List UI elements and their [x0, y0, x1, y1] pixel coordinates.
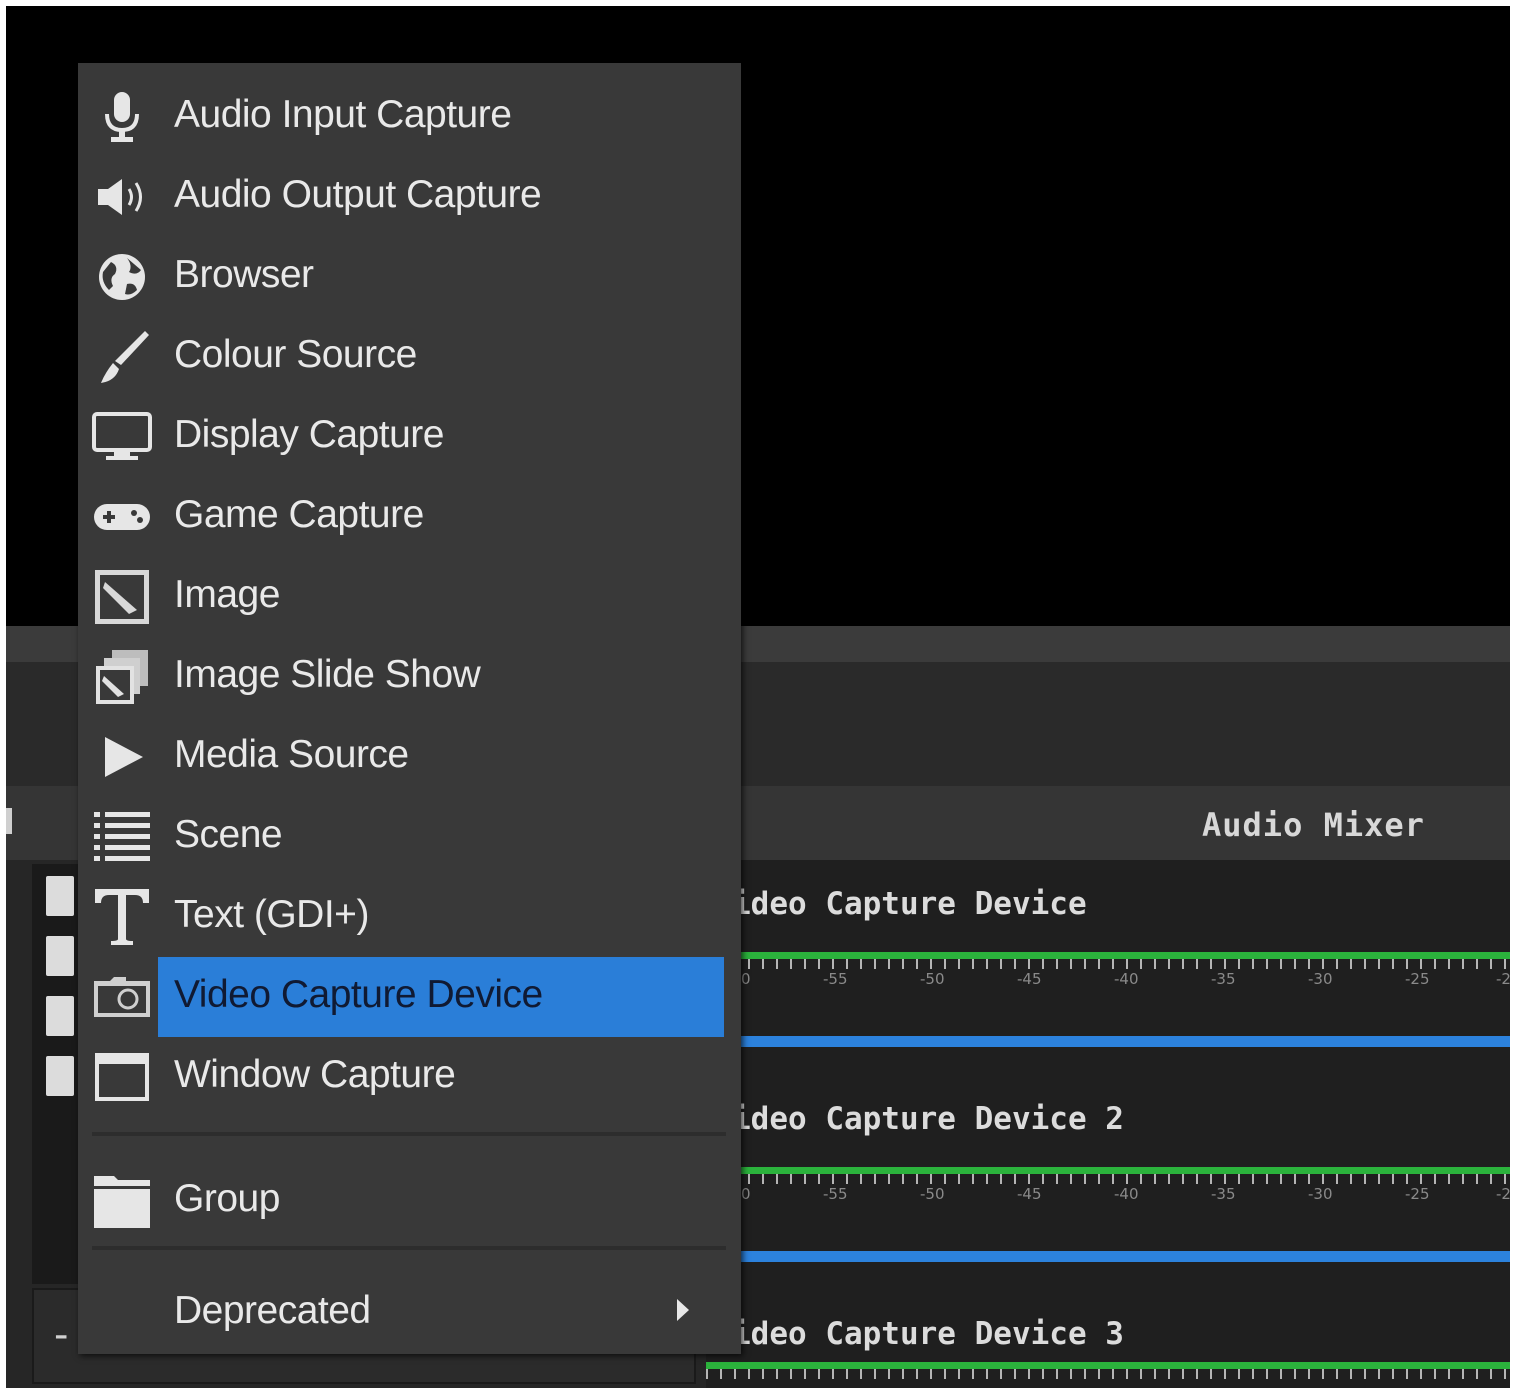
volume-meter: [706, 1362, 1510, 1369]
menu-item-label: Deprecated: [174, 1289, 371, 1332]
folder-icon: [92, 1171, 152, 1231]
tick-label: -55: [823, 970, 848, 988]
text-icon: [92, 887, 152, 947]
menu-item-browser[interactable]: Browser: [78, 237, 741, 315]
source-item-icon[interactable]: [46, 936, 74, 976]
image-icon: [92, 567, 152, 627]
window-icon: [92, 1047, 152, 1107]
tick-label: -40: [1114, 1185, 1139, 1203]
menu-item-window-capture[interactable]: Window Capture: [78, 1037, 741, 1115]
source-item-icon[interactable]: [46, 876, 74, 916]
tick-label: -20: [1496, 1185, 1510, 1203]
play-icon: [92, 727, 152, 787]
tick-label: -30: [1308, 1185, 1333, 1203]
menu-item-audio-output-capture[interactable]: Audio Output Capture: [78, 157, 741, 235]
gamepad-icon: [92, 487, 152, 547]
channel-name: ideo Capture Device: [732, 886, 1087, 922]
volume-meter: [706, 952, 1510, 959]
tick-label: -35: [1211, 970, 1236, 988]
menu-item-colour-source[interactable]: Colour Source: [78, 317, 741, 395]
audio-mixer-dock: Audio Mixer ideo Capture Device -60 -55 …: [706, 786, 1510, 1388]
menu-item-label: Scene: [174, 813, 283, 856]
volume-fader[interactable]: [706, 1036, 1510, 1047]
menu-item-label: Display Capture: [174, 413, 444, 456]
menu-item-scene[interactable]: Scene: [78, 797, 741, 875]
list-icon: [92, 807, 152, 867]
volume-fader[interactable]: [706, 1251, 1510, 1262]
meter-ticks: [706, 1369, 1510, 1379]
meter-ticks: [706, 1174, 1510, 1184]
menu-item-image[interactable]: Image: [78, 557, 741, 635]
speaker-icon: [92, 167, 152, 227]
menu-item-label: Image Slide Show: [174, 653, 481, 696]
paintbrush-icon: [92, 327, 152, 387]
menu-item-image-slide-show[interactable]: Image Slide Show: [78, 637, 741, 715]
add-source-menu: Audio Input Capture Audio Output Capture…: [78, 63, 741, 1354]
menu-item-deprecated[interactable]: Deprecated: [78, 1273, 741, 1351]
audio-mixer-title: Audio Mixer: [1202, 806, 1425, 844]
sources-list[interactable]: [32, 864, 78, 1284]
tick-label: -55: [823, 1185, 848, 1203]
tick-label: -40: [1114, 970, 1139, 988]
slideshow-icon: [92, 647, 152, 707]
tick-label: -35: [1211, 1185, 1236, 1203]
tick-label: -45: [1017, 1185, 1042, 1203]
menu-item-video-capture-device[interactable]: Video Capture Device: [78, 957, 741, 1037]
menu-item-label: Colour Source: [174, 333, 417, 376]
tick-label: -50: [920, 1185, 945, 1203]
tick-label: -25: [1405, 970, 1430, 988]
tick-label: -20: [1496, 970, 1510, 988]
source-item-icon[interactable]: [46, 996, 74, 1036]
tick-label: -30: [1308, 970, 1333, 988]
tick-label: -50: [920, 970, 945, 988]
menu-item-label: Window Capture: [174, 1053, 456, 1096]
volume-meter: [706, 1167, 1510, 1174]
menu-item-label: Image: [174, 573, 280, 616]
remove-source-button[interactable]: -: [54, 1312, 68, 1358]
tick-label: -45: [1017, 970, 1042, 988]
menu-item-game-capture[interactable]: Game Capture: [78, 477, 741, 555]
menu-item-display-capture[interactable]: Display Capture: [78, 397, 741, 475]
camera-icon: [92, 967, 152, 1027]
dock-header-edge: [6, 808, 12, 834]
menu-item-label: Audio Output Capture: [174, 173, 542, 216]
menu-separator: [92, 1132, 726, 1136]
menu-separator: [92, 1246, 726, 1250]
menu-item-group[interactable]: Group: [78, 1161, 741, 1239]
menu-item-label: Group: [174, 1177, 280, 1220]
tick-label: -25: [1405, 1185, 1430, 1203]
obs-window: ilters - Audio Mixer ideo Capture Device…: [6, 6, 1510, 1388]
menu-item-text-gdi[interactable]: Text (GDI+): [78, 877, 741, 955]
monitor-icon: [92, 407, 152, 467]
globe-icon: [92, 247, 152, 307]
menu-item-label: Media Source: [174, 733, 409, 776]
menu-item-label: Game Capture: [174, 493, 424, 536]
submenu-arrow-icon: [677, 1299, 689, 1321]
source-item-icon[interactable]: [46, 1056, 74, 1096]
meter-ticks: [706, 959, 1510, 969]
channel-name: ideo Capture Device 2: [732, 1101, 1124, 1137]
menu-item-audio-input-capture[interactable]: Audio Input Capture: [78, 77, 741, 155]
menu-item-label: Audio Input Capture: [174, 93, 512, 136]
channel-name: ideo Capture Device 3: [732, 1316, 1124, 1352]
menu-item-label: Browser: [174, 253, 314, 296]
audio-mixer-header: Audio Mixer: [706, 786, 1510, 860]
microphone-icon: [92, 87, 152, 147]
menu-item-media-source[interactable]: Media Source: [78, 717, 741, 795]
menu-item-label: Video Capture Device: [174, 973, 543, 1016]
meter-tick-labels: -60 -55 -50 -45 -40 -35 -30 -25 -20: [706, 1185, 1510, 1209]
menu-item-label: Text (GDI+): [174, 893, 369, 936]
meter-tick-labels: -60 -55 -50 -45 -40 -35 -30 -25 -20: [706, 970, 1510, 994]
